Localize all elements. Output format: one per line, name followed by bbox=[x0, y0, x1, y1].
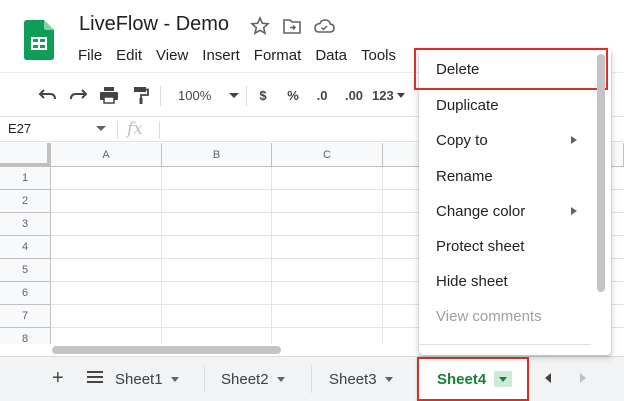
menu-format[interactable]: Format bbox=[247, 44, 309, 67]
zoom-select[interactable]: 100% bbox=[172, 84, 242, 106]
more-formats-label: 123 bbox=[372, 87, 394, 103]
scroll-tabs-left-icon[interactable] bbox=[545, 373, 551, 383]
row-header-4[interactable]: 4 bbox=[0, 236, 51, 259]
row-header-7[interactable]: 7 bbox=[0, 305, 51, 328]
column-header-a[interactable]: A bbox=[51, 143, 162, 167]
tab-divider bbox=[204, 365, 205, 393]
menu-item-copy-to[interactable]: Copy to bbox=[419, 123, 599, 158]
menu-item-label: Rename bbox=[436, 168, 493, 185]
scroll-tabs-right-icon[interactable] bbox=[580, 373, 586, 383]
submenu-arrow-icon bbox=[571, 136, 577, 144]
name-box[interactable]: E27 bbox=[8, 121, 31, 136]
sheet-tab-label: Sheet4 bbox=[437, 370, 487, 388]
row-header-2[interactable]: 2 bbox=[0, 190, 51, 213]
move-folder-icon[interactable] bbox=[280, 14, 304, 38]
menu-item-protect-sheet[interactable]: Protect sheet bbox=[419, 229, 599, 264]
menu-item-label: Copy to bbox=[436, 132, 488, 149]
menu-item-change-color[interactable]: Change color bbox=[419, 194, 599, 229]
sheet-tab-label: Sheet2 bbox=[221, 370, 269, 388]
row-header-6[interactable]: 6 bbox=[0, 282, 51, 305]
menu-item-delete[interactable]: Delete bbox=[414, 48, 608, 90]
menu-item-duplicate[interactable]: Duplicate bbox=[419, 88, 599, 123]
menu-item-view-comments: View comments bbox=[419, 299, 599, 334]
formula-bar-separator bbox=[159, 121, 160, 139]
percent-format-button[interactable]: % bbox=[284, 84, 302, 106]
row-header-3[interactable]: 3 bbox=[0, 213, 51, 236]
paint-format-icon[interactable] bbox=[129, 84, 153, 106]
currency-format-button[interactable]: $ bbox=[254, 84, 272, 106]
undo-icon[interactable] bbox=[36, 84, 60, 106]
chevron-down-icon[interactable] bbox=[494, 371, 513, 387]
row-header-5[interactable]: 5 bbox=[0, 259, 51, 282]
menu-edit[interactable]: Edit bbox=[109, 44, 149, 67]
cloud-status-icon[interactable] bbox=[312, 14, 336, 38]
chevron-down-icon[interactable] bbox=[276, 376, 285, 382]
menu-bar: File Edit View Insert Format Data Tools bbox=[71, 44, 403, 67]
menu-data[interactable]: Data bbox=[308, 44, 354, 67]
select-all-corner[interactable] bbox=[0, 143, 51, 167]
sheet-tab-label: Sheet3 bbox=[329, 370, 377, 388]
menu-item-label: Delete bbox=[436, 60, 480, 78]
sheet-tab-label: Sheet1 bbox=[115, 370, 163, 388]
zoom-value: 100% bbox=[178, 87, 212, 103]
menu-tools[interactable]: Tools bbox=[354, 44, 403, 67]
context-menu-scrollbar[interactable] bbox=[597, 54, 605, 292]
chevron-down-icon[interactable] bbox=[96, 126, 106, 131]
sheet-tab-sheet4[interactable]: Sheet4 bbox=[417, 357, 529, 401]
redo-icon[interactable] bbox=[66, 84, 90, 106]
menu-insert[interactable]: Insert bbox=[195, 44, 247, 67]
sheets-logo-icon[interactable] bbox=[24, 20, 54, 60]
toolbar-separator bbox=[160, 86, 161, 106]
sheet-context-menu: Delete Duplicate Copy to Rename Change c… bbox=[414, 48, 611, 355]
decrease-decimal-button[interactable]: .0 bbox=[311, 84, 333, 106]
chevron-down-icon[interactable] bbox=[384, 376, 393, 382]
column-header-c[interactable]: C bbox=[272, 143, 383, 167]
menu-item-hide-sheet[interactable]: Hide sheet bbox=[419, 264, 599, 299]
menu-item-label: Hide sheet bbox=[436, 273, 508, 290]
menu-item-label: Change color bbox=[436, 203, 526, 220]
tab-divider bbox=[311, 365, 312, 393]
horizontal-scrollbar-thumb[interactable] bbox=[52, 346, 281, 354]
menu-divider bbox=[419, 344, 591, 345]
toolbar-separator bbox=[246, 86, 247, 106]
menu-item-rename[interactable]: Rename bbox=[419, 159, 599, 194]
menu-item-label: View comments bbox=[436, 308, 542, 325]
menu-item-label: Duplicate bbox=[436, 97, 499, 114]
chevron-down-icon[interactable] bbox=[170, 376, 179, 382]
all-sheets-list-icon[interactable] bbox=[87, 370, 103, 384]
submenu-arrow-icon bbox=[571, 207, 577, 215]
formula-bar-separator bbox=[117, 121, 118, 139]
sheet-tab-sheet3[interactable]: Sheet3 bbox=[329, 357, 413, 401]
column-header-b[interactable]: B bbox=[162, 143, 272, 167]
add-sheet-button[interactable]: + bbox=[52, 367, 64, 390]
chevron-down-icon bbox=[396, 92, 405, 98]
menu-file[interactable]: File bbox=[71, 44, 109, 67]
sheet-tab-sheet2[interactable]: Sheet2 bbox=[221, 357, 305, 401]
document-title[interactable]: LiveFlow - Demo bbox=[79, 13, 229, 36]
sheet-tab-bar: + Sheet1 Sheet2 Sheet3 Sheet4 bbox=[0, 356, 624, 401]
star-icon[interactable] bbox=[248, 14, 272, 38]
menu-item-label: Protect sheet bbox=[436, 238, 525, 255]
menu-view[interactable]: View bbox=[149, 44, 195, 67]
print-icon[interactable] bbox=[97, 84, 121, 106]
increase-decimal-button[interactable]: .00 bbox=[342, 84, 366, 106]
function-icon: fx bbox=[127, 119, 143, 139]
chevron-down-icon bbox=[229, 92, 240, 98]
row-header-1[interactable]: 1 bbox=[0, 167, 51, 190]
more-formats-button[interactable]: 123 bbox=[372, 84, 412, 106]
sheet-tab-sheet1[interactable]: Sheet1 bbox=[115, 357, 199, 401]
